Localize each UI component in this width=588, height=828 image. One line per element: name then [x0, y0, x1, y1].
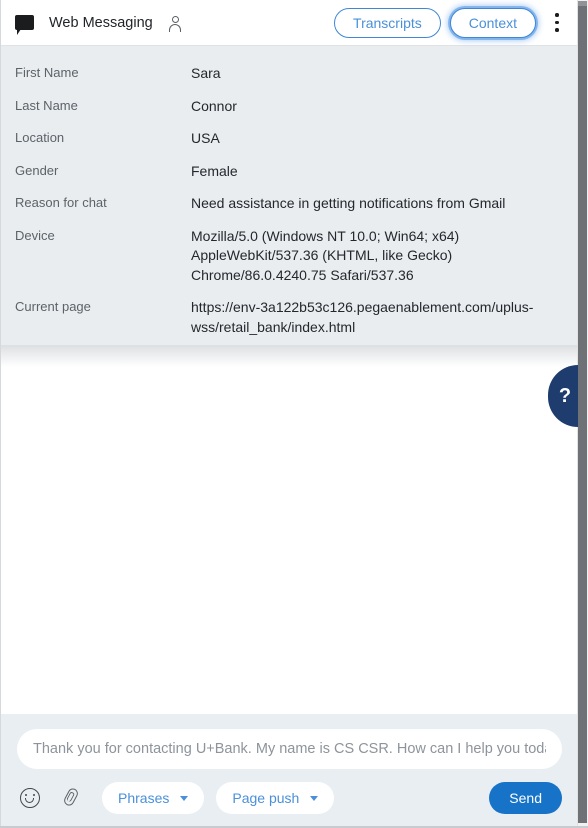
context-value-line: Chrome/86.0.4240.75 Safari/537.36 [191, 266, 414, 283]
page-push-dropdown-button[interactable]: Page push [216, 782, 335, 814]
chevron-down-icon [310, 795, 319, 801]
context-label: Current page [15, 299, 91, 314]
smiley-eye-right [32, 793, 35, 796]
context-row-location: Location USA [15, 129, 564, 149]
context-value-line: wss/retail_bank/index.html [191, 318, 356, 335]
question-mark-icon: ? [558, 385, 572, 407]
person-icon[interactable] [167, 13, 185, 33]
message-composer: Phrases Page push Send [1, 714, 578, 826]
context-label: First Name [15, 65, 79, 80]
context-button[interactable]: Context [449, 7, 536, 38]
context-value: Need assistance in getting notifications… [191, 194, 505, 214]
context-row-reason-for-chat: Reason for chat Need assistance in getti… [15, 194, 564, 214]
transcripts-button[interactable]: Transcripts [334, 7, 441, 38]
kebab-dot [555, 20, 559, 25]
context-value: https://env-3a122b53c126.pegaenablement.… [191, 298, 533, 337]
page-push-label: Page push [232, 790, 300, 806]
context-row-current-page: Current page https://env-3a122b53c126.pe… [15, 298, 564, 337]
context-value-line: USA [191, 130, 220, 146]
context-value-line: https://env-3a122b53c126.pegaenablement.… [191, 299, 534, 315]
chat-bubble-icon [15, 15, 34, 35]
paperclip-icon[interactable] [58, 785, 84, 811]
context-label: Reason for chat [15, 195, 107, 210]
person-body-shape [169, 23, 182, 32]
context-value-line: AppleWebKit/537.36 (KHTML, like Gecko) [191, 247, 453, 263]
app-header: Web Messaging Transcripts Context [1, 0, 578, 46]
context-value-line: Mozilla/5.0 (Windows NT 10.0; Win64; x64… [191, 227, 460, 244]
smiley-icon[interactable] [17, 785, 43, 811]
context-label: Gender [15, 162, 59, 178]
context-row-device: Device Mozilla/5.0 (Windows NT 10.0; Win… [15, 227, 564, 286]
chat-transcript-area [1, 345, 578, 714]
app-title: Web Messaging [49, 14, 153, 31]
context-panel: First Name Sara Last Name Connor Locatio… [1, 46, 578, 345]
context-value-line: Female [191, 162, 238, 179]
context-label: Location [15, 130, 65, 145]
kebab-dot [555, 13, 559, 17]
composer-toolbar: Phrases Page push Send [17, 782, 562, 814]
chevron-down-icon [180, 795, 189, 801]
smiley-eye-left [25, 793, 28, 796]
vertical-scrollbar-cap [578, 1, 587, 6]
context-value: Mozilla/5.0 (Windows NT 10.0; Win64; x64… [191, 227, 459, 286]
context-row-last-name: Last Name Connor [15, 97, 564, 117]
paperclip-shape [62, 786, 80, 808]
context-value-line: Need assistance in getting notifications… [191, 195, 506, 211]
person-head-shape [171, 15, 179, 23]
context-label: Device [15, 227, 55, 243]
context-value: Sara [191, 64, 221, 84]
context-value: Connor [191, 97, 237, 117]
message-input[interactable] [17, 729, 562, 769]
kebab-dot [555, 28, 559, 32]
context-value: Female [191, 162, 238, 182]
web-messaging-window: Web Messaging Transcripts Context First … [0, 0, 588, 828]
more-vertical-icon[interactable] [544, 8, 570, 38]
context-row-gender: Gender Female [15, 162, 564, 182]
smiley-mouth [24, 798, 34, 804]
phrases-dropdown-button[interactable]: Phrases [102, 782, 205, 814]
phrases-label: Phrases [118, 790, 170, 806]
vertical-scrollbar-thumb[interactable] [578, 1, 587, 823]
context-label: Last Name [15, 97, 78, 113]
context-value: USA [191, 129, 220, 149]
context-value-line: Sara [191, 65, 221, 81]
send-button[interactable]: Send [489, 782, 562, 814]
context-value-line: Connor [191, 97, 237, 114]
smiley-face-shape [20, 788, 40, 808]
context-row-first-name: First Name Sara [15, 64, 564, 84]
